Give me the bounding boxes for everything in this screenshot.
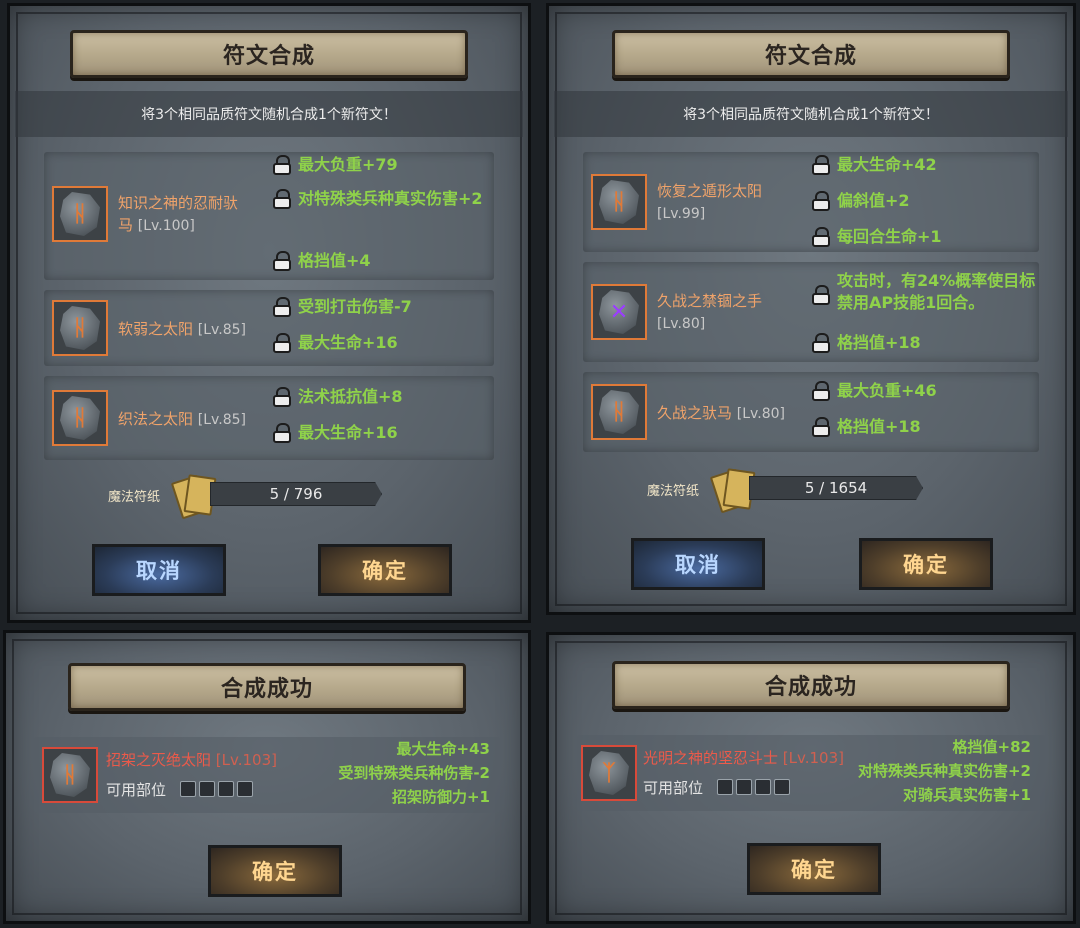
panel-title: 符文合成 (70, 30, 468, 78)
cancel-button[interactable]: 取消 (631, 538, 765, 590)
rune-name: 光明之神的坚忍斗士 [Lv.103] (643, 749, 844, 767)
rune-glyph: ᚺ (612, 399, 626, 425)
slot-icon (774, 779, 790, 795)
panel-subtitle: 将3个相同品质符文随机合成1个新符文！ (15, 91, 523, 137)
magic-paper-label: 魔法符纸 (647, 484, 700, 499)
rune-attr: 格挡值+18 (811, 332, 921, 354)
rune-glyph: ✕ (609, 299, 629, 325)
slot-icon (736, 779, 752, 795)
slot-label: 可用部位 (643, 779, 704, 797)
rune-name: 恢复之遁形太阳 [Lv.99] (657, 182, 763, 222)
synthesis-success-panel-left: 合成成功 ᚺ 招架之灭绝太阳 [Lv.103] 可用部位 最大生命+43 受到特… (3, 630, 531, 924)
rune-attr: 攻击时，有24%概率使目标禁用AP技能1回合。 (811, 270, 1047, 314)
rune-icon: ᚺ (52, 390, 108, 446)
rune-slot-2[interactable]: ✕ 久战之禁锢之手 [Lv.80] 攻击时，有24%概率使目标禁用AP技能1回合。… (583, 262, 1039, 362)
result-attrs: 最大生命+43 受到特殊类兵种伤害-2 招架防御力+1 (338, 740, 490, 806)
lock-icon[interactable] (272, 386, 292, 408)
cancel-button[interactable]: 取消 (92, 544, 226, 596)
synthesis-success-panel-right: 合成成功 ᛉ 光明之神的坚忍斗士 [Lv.103] 可用部位 格挡值+82 对特… (546, 632, 1076, 924)
magic-paper-progress: 5 / 1654 (749, 476, 923, 500)
panel-subtitle: 将3个相同品质符文随机合成1个新符文！ (554, 91, 1068, 137)
confirm-button[interactable]: 确定 (208, 845, 342, 897)
rune-attr: 最大负重+79 (272, 154, 502, 176)
rune-glyph: ᚺ (63, 762, 77, 788)
rune-name: 知识之神的忍耐驮马 [Lv.100] (118, 194, 239, 234)
result-rune-row: ᚺ 招架之灭绝太阳 [Lv.103] 可用部位 最大生命+43 受到特殊类兵种伤… (34, 737, 500, 813)
lock-icon[interactable] (811, 332, 831, 354)
rune-icon: ᚺ (52, 300, 108, 356)
lock-icon[interactable] (811, 380, 831, 402)
rune-glyph: ᚺ (73, 201, 87, 227)
rune-glyph: ᚺ (73, 315, 87, 341)
rune-icon: ᚺ (42, 747, 98, 803)
confirm-button[interactable]: 确定 (859, 538, 993, 590)
rune-name: 久战之驮马 [Lv.80] (657, 404, 785, 422)
rune-slot-3[interactable]: ᚺ 久战之驮马 [Lv.80] 最大负重+46 格挡值+18 (583, 372, 1039, 452)
slot-icon (755, 779, 771, 795)
rune-name: 招架之灭绝太阳 [Lv.103] (106, 751, 277, 769)
lock-icon[interactable] (272, 188, 292, 210)
slot-icon (717, 779, 733, 795)
lock-icon[interactable] (811, 190, 831, 212)
panel-title: 符文合成 (612, 30, 1010, 78)
rune-icon: ✕ (591, 284, 647, 340)
rune-attr: 格挡值+18 (811, 416, 921, 438)
lock-icon[interactable] (272, 250, 292, 272)
rune-slot-1[interactable]: ᚺ 知识之神的忍耐驮马 [Lv.100] 最大负重+79 对特殊类兵种真实伤害+… (44, 152, 494, 280)
rune-glyph: ᛉ (602, 760, 616, 786)
lock-icon[interactable] (811, 416, 831, 438)
magic-paper-label: 魔法符纸 (108, 490, 161, 505)
lock-icon[interactable] (272, 154, 292, 176)
slot-label: 可用部位 (106, 781, 167, 799)
rune-slot-3[interactable]: ᚺ 织法之太阳 [Lv.85] 法术抵抗值+8 最大生命+16 (44, 376, 494, 460)
rune-attr: 对特殊类兵种真实伤害+2 (272, 188, 502, 210)
lock-icon[interactable] (272, 332, 292, 354)
confirm-button[interactable]: 确定 (318, 544, 452, 596)
lock-icon[interactable] (811, 284, 831, 306)
magic-paper-progress: 5 / 796 (210, 482, 382, 506)
rune-icon: ᚺ (591, 384, 647, 440)
rune-name: 久战之禁锢之手 [Lv.80] (657, 292, 763, 332)
rune-synthesis-panel-left: 符文合成 将3个相同品质符文随机合成1个新符文！ ᚺ 知识之神的忍耐驮马 [Lv… (7, 3, 531, 623)
rune-icon: ᚺ (52, 186, 108, 242)
lock-icon[interactable] (272, 296, 292, 318)
lock-icon[interactable] (811, 226, 831, 248)
magic-paper-icon (170, 472, 217, 520)
rune-glyph: ᚺ (612, 189, 626, 215)
lock-icon[interactable] (811, 154, 831, 176)
rune-attr: 每回合生命+1 (811, 226, 942, 248)
rune-name: 软弱之太阳 [Lv.85] (118, 320, 246, 338)
rune-glyph: ᚺ (73, 405, 87, 431)
panel-title: 合成成功 (68, 663, 466, 711)
rune-icon: ᛉ (581, 745, 637, 801)
magic-paper-icon (709, 466, 756, 514)
slot-icon (237, 781, 253, 797)
rune-attr: 最大生命+42 (811, 154, 937, 176)
rune-name: 织法之太阳 [Lv.85] (118, 410, 246, 428)
rune-attr: 最大负重+46 (811, 380, 937, 402)
result-attrs: 格挡值+82 对特殊类兵种真实伤害+2 对骑兵真实伤害+1 (857, 738, 1031, 804)
slot-icons (717, 779, 790, 795)
rune-attr: 受到打击伤害-7 (272, 296, 412, 318)
slot-icon (218, 781, 234, 797)
slot-icon (180, 781, 196, 797)
rune-slot-2[interactable]: ᚺ 软弱之太阳 [Lv.85] 受到打击伤害-7 最大生命+16 (44, 290, 494, 366)
result-rune-row: ᛉ 光明之神的坚忍斗士 [Lv.103] 可用部位 格挡值+82 对特殊类兵种真… (577, 735, 1045, 811)
confirm-button[interactable]: 确定 (747, 843, 881, 895)
panel-title: 合成成功 (612, 661, 1010, 709)
lock-icon[interactable] (272, 422, 292, 444)
slot-icon (199, 781, 215, 797)
rune-slot-1[interactable]: ᚺ 恢复之遁形太阳 [Lv.99] 最大生命+42 偏斜值+2 每回合生命+1 (583, 152, 1039, 252)
rune-attr: 格挡值+4 (272, 250, 502, 272)
rune-attr: 偏斜值+2 (811, 190, 910, 212)
rune-attr: 最大生命+16 (272, 332, 398, 354)
slot-icons (180, 781, 253, 797)
rune-synthesis-panel-right: 符文合成 将3个相同品质符文随机合成1个新符文！ ᚺ 恢复之遁形太阳 [Lv.99… (546, 3, 1076, 615)
rune-attr: 最大生命+16 (272, 422, 398, 444)
rune-icon: ᚺ (591, 174, 647, 230)
rune-attr: 法术抵抗值+8 (272, 386, 403, 408)
